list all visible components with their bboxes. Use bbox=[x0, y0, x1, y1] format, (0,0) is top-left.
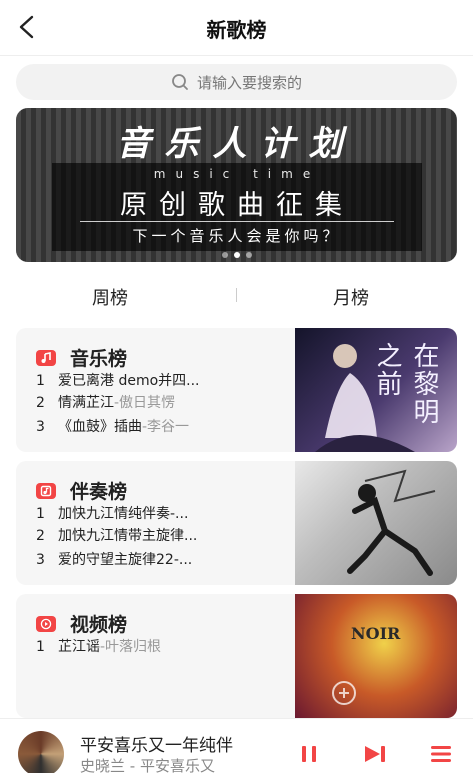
accompaniment-icon bbox=[36, 482, 56, 499]
watermark-logo bbox=[330, 678, 440, 713]
track-number: 3 bbox=[36, 419, 45, 435]
track-name: 芷江谣 bbox=[58, 639, 100, 655]
banner-divider bbox=[80, 221, 394, 222]
chart-title: 视频榜 bbox=[70, 614, 128, 636]
playlist-icon[interactable] bbox=[426, 739, 456, 769]
track-name: 情满芷江 bbox=[58, 395, 114, 411]
now-playing-title: 平安喜乐又一年纯伴 bbox=[80, 736, 233, 756]
cover-jumper-graphic bbox=[347, 469, 436, 576]
track-item[interactable]: 1 爱已离港 demo并四... bbox=[36, 370, 200, 390]
chart-card-header: 伴奏榜 bbox=[36, 477, 127, 504]
music-note-icon bbox=[36, 349, 56, 366]
chart-card-accompaniment[interactable]: 伴奏榜 1 加快九江情纯伴奏-... 2 加快九江情带主旋律... 3 爱的守望主旋律… bbox=[16, 461, 457, 585]
chart-title: 音乐榜 bbox=[70, 348, 128, 370]
chart-card-header: 视频榜 bbox=[36, 610, 127, 637]
track-name: 加快九江情带主旋律... bbox=[58, 528, 198, 544]
track-number: 1 bbox=[36, 639, 45, 655]
chart-title: 伴奏榜 bbox=[70, 481, 128, 503]
chart-card-music[interactable]: 音乐榜 1 爱已离港 demo并四... 2 情满芷江-傲日其愣 3 《血鼓》插曲-李… bbox=[16, 328, 457, 452]
mini-player[interactable]: 平安喜乐又一年纯伴 史晓兰 - 平安喜乐又 bbox=[0, 718, 473, 773]
track-name: 《血鼓》插曲 bbox=[58, 419, 142, 435]
track-name: 爱已离港 demo并四... bbox=[58, 373, 200, 389]
search-placeholder: 请输入要搜索的 bbox=[196, 73, 302, 92]
now-playing-artwork[interactable] bbox=[18, 731, 64, 773]
next-track-icon[interactable] bbox=[360, 739, 390, 769]
track-item[interactable]: 1 加快九江情纯伴奏-... bbox=[36, 503, 188, 523]
carousel-dot-active[interactable] bbox=[233, 252, 240, 258]
track-name: 加快九江情纯伴奏-... bbox=[58, 506, 189, 522]
track-artist: -傲日其愣 bbox=[114, 395, 176, 411]
cover-title-text: 在黎明之前 bbox=[372, 342, 439, 426]
period-tabs: 周榜 月榜 bbox=[0, 276, 473, 316]
page-title: 新歌榜 bbox=[206, 18, 267, 42]
chart-cover-image: 在黎明之前 bbox=[295, 328, 457, 452]
carousel-dot[interactable] bbox=[221, 252, 228, 258]
pause-icon[interactable] bbox=[294, 739, 324, 769]
video-play-icon bbox=[36, 615, 56, 632]
banner-subtitle: music time bbox=[153, 167, 321, 181]
track-artist: -李谷一 bbox=[142, 419, 190, 435]
track-number: 2 bbox=[36, 528, 45, 544]
carousel-dot[interactable] bbox=[245, 252, 252, 258]
track-item[interactable]: 1 芷江谣-叶落归根 bbox=[36, 636, 161, 656]
track-item[interactable]: 2 加快九江情带主旋律... bbox=[36, 525, 197, 545]
banner-headline: 音乐人计划 bbox=[116, 124, 357, 164]
track-item[interactable]: 3 《血鼓》插曲-李谷一 bbox=[36, 416, 189, 436]
header-bar: 新歌榜 bbox=[0, 0, 473, 56]
banner-caption-box: music time 原创歌曲征集 下一个音乐人会是你吗？ bbox=[52, 163, 422, 251]
banner-main-text: 原创歌曲征集 bbox=[120, 190, 354, 221]
track-number: 1 bbox=[36, 506, 45, 522]
track-number: 2 bbox=[36, 395, 45, 411]
now-playing-subtitle: 史晓兰 - 平安喜乐又 bbox=[80, 757, 215, 773]
track-number: 1 bbox=[36, 373, 45, 389]
promo-banner[interactable]: 音乐人计划 music time 原创歌曲征集 下一个音乐人会是你吗？ bbox=[16, 108, 457, 262]
cover-title-text: NOIR bbox=[351, 624, 401, 643]
tab-divider bbox=[236, 288, 237, 302]
tab-weekly[interactable]: 周榜 bbox=[92, 284, 128, 310]
track-artist: -叶落归根 bbox=[100, 639, 162, 655]
tab-monthly[interactable]: 月榜 bbox=[333, 284, 369, 310]
chart-card-header: 音乐榜 bbox=[36, 344, 127, 371]
search-input[interactable]: 请输入要搜索的 bbox=[16, 64, 457, 100]
carousel-indicator[interactable] bbox=[16, 252, 457, 258]
track-number: 3 bbox=[36, 552, 45, 568]
banner-tagline: 下一个音乐人会是你吗？ bbox=[132, 227, 342, 245]
search-icon bbox=[172, 74, 188, 90]
track-item[interactable]: 2 情满芷江-傲日其愣 bbox=[36, 392, 175, 412]
chart-cover-image bbox=[295, 461, 457, 585]
track-item[interactable]: 3 爱的守望主旋律22-... bbox=[36, 549, 192, 569]
track-name: 爱的守望主旋律22-... bbox=[58, 552, 193, 568]
